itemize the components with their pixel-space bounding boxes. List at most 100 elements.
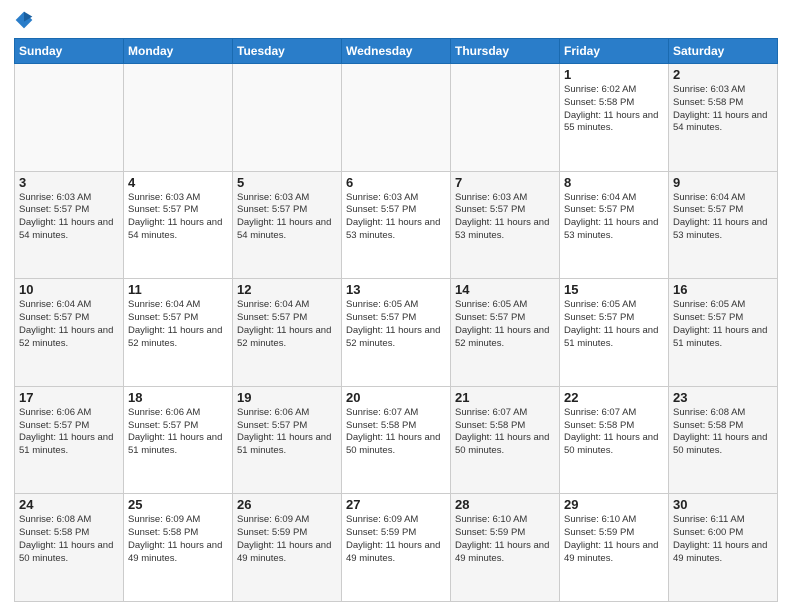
- day-number: 2: [673, 67, 773, 82]
- calendar: SundayMondayTuesdayWednesdayThursdayFrid…: [14, 38, 778, 602]
- day-info: Sunrise: 6:06 AMSunset: 5:57 PMDaylight:…: [128, 407, 228, 458]
- calendar-cell: [451, 64, 560, 172]
- day-number: 24: [19, 497, 119, 512]
- calendar-cell: 12Sunrise: 6:04 AMSunset: 5:57 PMDayligh…: [233, 279, 342, 387]
- day-info: Sunrise: 6:07 AMSunset: 5:58 PMDaylight:…: [346, 407, 446, 458]
- day-info: Sunrise: 6:07 AMSunset: 5:58 PMDaylight:…: [564, 407, 664, 458]
- day-number: 3: [19, 175, 119, 190]
- day-info: Sunrise: 6:02 AMSunset: 5:58 PMDaylight:…: [564, 84, 664, 135]
- calendar-cell: 9Sunrise: 6:04 AMSunset: 5:57 PMDaylight…: [669, 171, 778, 279]
- calendar-cell: [124, 64, 233, 172]
- calendar-cell: 7 Sunrise: 6:03 AMSunset: 5:57 PMDaylight…: [451, 171, 560, 279]
- calendar-cell: 17 Sunrise: 6:06 AMSunset: 5:57 PMDayligh…: [15, 386, 124, 494]
- day-number: 25: [128, 497, 228, 512]
- day-number: 15: [564, 282, 664, 297]
- day-number: 14: [455, 282, 555, 297]
- day-number: 27: [346, 497, 446, 512]
- calendar-cell: 25 Sunrise: 6:09 AMSunset: 5:58 PMDayligh…: [124, 494, 233, 602]
- page: SundayMondayTuesdayWednesdayThursdayFrid…: [0, 0, 792, 612]
- weekday-header-sunday: Sunday: [15, 39, 124, 64]
- calendar-cell: 22 Sunrise: 6:07 AMSunset: 5:58 PMDayligh…: [560, 386, 669, 494]
- header: [14, 10, 778, 30]
- calendar-cell: 19Sunrise: 6:06 AMSunset: 5:57 PMDayligh…: [233, 386, 342, 494]
- day-number: 19: [237, 390, 337, 405]
- calendar-cell: 30 Sunrise: 6:11 AMSunset: 6:00 PMDayligh…: [669, 494, 778, 602]
- day-number: 23: [673, 390, 773, 405]
- day-number: 8: [564, 175, 664, 190]
- calendar-cell: 16Sunrise: 6:05 AMSunset: 5:57 PMDayligh…: [669, 279, 778, 387]
- calendar-cell: 20Sunrise: 6:07 AMSunset: 5:58 PMDayligh…: [342, 386, 451, 494]
- day-info: Sunrise: 6:05 AMSunset: 5:57 PMDaylight:…: [346, 299, 446, 350]
- calendar-cell: 1 Sunrise: 6:02 AMSunset: 5:58 PMDaylight…: [560, 64, 669, 172]
- calendar-cell: 24 Sunrise: 6:08 AMSunset: 5:58 PMDayligh…: [15, 494, 124, 602]
- calendar-cell: 29 Sunrise: 6:10 AMSunset: 5:59 PMDayligh…: [560, 494, 669, 602]
- day-info: Sunrise: 6:07 AMSunset: 5:58 PMDaylight:…: [455, 407, 555, 458]
- logo-icon: [14, 10, 34, 30]
- day-info: Sunrise: 6:09 AMSunset: 5:59 PMDaylight:…: [346, 514, 446, 565]
- weekday-header-monday: Monday: [124, 39, 233, 64]
- calendar-cell: [342, 64, 451, 172]
- logo: [14, 10, 36, 30]
- calendar-cell: [15, 64, 124, 172]
- day-number: 30: [673, 497, 773, 512]
- day-info: Sunrise: 6:03 AMSunset: 5:57 PMDaylight:…: [455, 192, 555, 243]
- calendar-cell: 11 Sunrise: 6:04 AMSunset: 5:57 PMDayligh…: [124, 279, 233, 387]
- day-number: 26: [237, 497, 337, 512]
- day-number: 12: [237, 282, 337, 297]
- calendar-cell: 26 Sunrise: 6:09 AMSunset: 5:59 PMDayligh…: [233, 494, 342, 602]
- day-info: Sunrise: 6:03 AMSunset: 5:57 PMDaylight:…: [346, 192, 446, 243]
- calendar-cell: [233, 64, 342, 172]
- calendar-cell: 4Sunrise: 6:03 AMSunset: 5:57 PMDaylight…: [124, 171, 233, 279]
- day-number: 4: [128, 175, 228, 190]
- weekday-header-friday: Friday: [560, 39, 669, 64]
- calendar-cell: 27 Sunrise: 6:09 AMSunset: 5:59 PMDayligh…: [342, 494, 451, 602]
- day-info: Sunrise: 6:04 AMSunset: 5:57 PMDaylight:…: [564, 192, 664, 243]
- day-info: Sunrise: 6:03 AMSunset: 5:57 PMDaylight:…: [237, 192, 337, 243]
- calendar-cell: 28 Sunrise: 6:10 AMSunset: 5:59 PMDayligh…: [451, 494, 560, 602]
- calendar-cell: 18 Sunrise: 6:06 AMSunset: 5:57 PMDayligh…: [124, 386, 233, 494]
- day-info: Sunrise: 6:08 AMSunset: 5:58 PMDaylight:…: [19, 514, 119, 565]
- day-number: 18: [128, 390, 228, 405]
- day-info: Sunrise: 6:03 AMSunset: 5:57 PMDaylight:…: [19, 192, 119, 243]
- day-info: Sunrise: 6:05 AMSunset: 5:57 PMDaylight:…: [564, 299, 664, 350]
- calendar-cell: 15 Sunrise: 6:05 AMSunset: 5:57 PMDayligh…: [560, 279, 669, 387]
- day-info: Sunrise: 6:09 AMSunset: 5:58 PMDaylight:…: [128, 514, 228, 565]
- day-number: 22: [564, 390, 664, 405]
- weekday-header-saturday: Saturday: [669, 39, 778, 64]
- day-number: 28: [455, 497, 555, 512]
- calendar-cell: 8 Sunrise: 6:04 AMSunset: 5:57 PMDaylight…: [560, 171, 669, 279]
- calendar-cell: 13 Sunrise: 6:05 AMSunset: 5:57 PMDayligh…: [342, 279, 451, 387]
- day-number: 16: [673, 282, 773, 297]
- day-info: Sunrise: 6:08 AMSunset: 5:58 PMDaylight:…: [673, 407, 773, 458]
- day-number: 1: [564, 67, 664, 82]
- week-row-4: 24 Sunrise: 6:08 AMSunset: 5:58 PMDayligh…: [15, 494, 778, 602]
- week-row-0: 1 Sunrise: 6:02 AMSunset: 5:58 PMDaylight…: [15, 64, 778, 172]
- day-number: 11: [128, 282, 228, 297]
- day-number: 7: [455, 175, 555, 190]
- day-info: Sunrise: 6:10 AMSunset: 5:59 PMDaylight:…: [455, 514, 555, 565]
- day-info: Sunrise: 6:04 AMSunset: 5:57 PMDaylight:…: [673, 192, 773, 243]
- day-number: 10: [19, 282, 119, 297]
- day-number: 13: [346, 282, 446, 297]
- weekday-header-tuesday: Tuesday: [233, 39, 342, 64]
- calendar-cell: 14 Sunrise: 6:05 AMSunset: 5:57 PMDayligh…: [451, 279, 560, 387]
- day-number: 5: [237, 175, 337, 190]
- day-info: Sunrise: 6:06 AMSunset: 5:57 PMDaylight:…: [19, 407, 119, 458]
- day-number: 21: [455, 390, 555, 405]
- day-info: Sunrise: 6:10 AMSunset: 5:59 PMDaylight:…: [564, 514, 664, 565]
- day-info: Sunrise: 6:04 AMSunset: 5:57 PMDaylight:…: [128, 299, 228, 350]
- calendar-cell: 3 Sunrise: 6:03 AMSunset: 5:57 PMDaylight…: [15, 171, 124, 279]
- day-info: Sunrise: 6:09 AMSunset: 5:59 PMDaylight:…: [237, 514, 337, 565]
- weekday-header-thursday: Thursday: [451, 39, 560, 64]
- weekday-header-row: SundayMondayTuesdayWednesdayThursdayFrid…: [15, 39, 778, 64]
- day-number: 29: [564, 497, 664, 512]
- calendar-cell: 2Sunrise: 6:03 AMSunset: 5:58 PMDaylight…: [669, 64, 778, 172]
- calendar-cell: 23 Sunrise: 6:08 AMSunset: 5:58 PMDayligh…: [669, 386, 778, 494]
- day-info: Sunrise: 6:04 AMSunset: 5:57 PMDaylight:…: [19, 299, 119, 350]
- day-info: Sunrise: 6:05 AMSunset: 5:57 PMDaylight:…: [455, 299, 555, 350]
- day-number: 17: [19, 390, 119, 405]
- calendar-cell: 6Sunrise: 6:03 AMSunset: 5:57 PMDaylight…: [342, 171, 451, 279]
- week-row-1: 3 Sunrise: 6:03 AMSunset: 5:57 PMDaylight…: [15, 171, 778, 279]
- week-row-2: 10 Sunrise: 6:04 AMSunset: 5:57 PMDayligh…: [15, 279, 778, 387]
- day-info: Sunrise: 6:11 AMSunset: 6:00 PMDaylight:…: [673, 514, 773, 565]
